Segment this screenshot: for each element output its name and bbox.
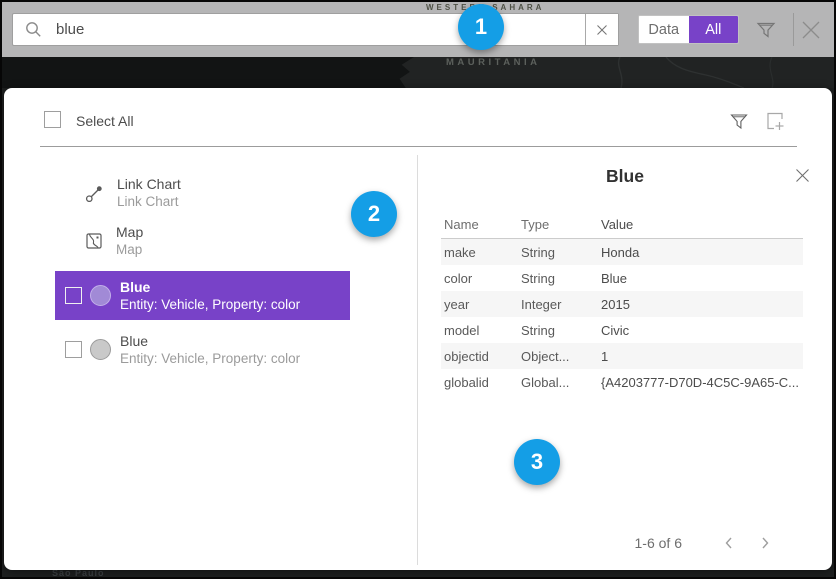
toolbar-divider xyxy=(793,13,794,46)
scope-all-button[interactable]: All xyxy=(689,16,739,43)
table-row: year Integer 2015 xyxy=(441,291,803,317)
map-icon xyxy=(85,232,103,250)
attribute-table: Name Type Value make String Honda color … xyxy=(441,211,803,395)
add-selection-button[interactable] xyxy=(764,110,786,132)
screenshot-root: WESTERN SAHARA Data All xyxy=(0,0,836,579)
cell-value: Honda xyxy=(601,245,803,260)
result-title: Link Chart xyxy=(117,176,181,193)
table-row: model String Civic xyxy=(441,317,803,343)
next-page-button[interactable] xyxy=(747,536,784,550)
header-type: Type xyxy=(521,217,601,232)
cell-value: Civic xyxy=(601,323,803,338)
filter-button[interactable] xyxy=(754,17,778,41)
pagination: 1-6 of 6 xyxy=(635,535,784,551)
cell-name: model xyxy=(441,323,521,338)
result-title: Map xyxy=(116,224,143,241)
entity-icon xyxy=(90,339,111,360)
table-row: color String Blue xyxy=(441,265,803,291)
entity-icon xyxy=(90,285,111,306)
cell-name: year xyxy=(441,297,521,312)
callout-badge-3: 3 xyxy=(514,439,560,485)
result-checkbox[interactable] xyxy=(65,287,82,304)
result-subtitle: Entity: Vehicle, Property: color xyxy=(120,350,300,367)
cell-type: Object... xyxy=(521,349,601,364)
callout-badge-1: 1 xyxy=(458,4,504,50)
scope-toggle: Data All xyxy=(638,15,739,44)
result-map[interactable]: Map Map xyxy=(85,224,143,258)
result-subtitle: Link Chart xyxy=(117,193,181,210)
result-title: Blue xyxy=(120,333,300,350)
cell-type: String xyxy=(521,245,601,260)
map-label-mauritania: MAURITANIA xyxy=(446,57,540,68)
cell-type: String xyxy=(521,271,601,286)
cell-value: Blue xyxy=(601,271,803,286)
detail-pane: Blue Name Type Value make String Honda xyxy=(418,147,832,570)
cell-name: color xyxy=(441,271,521,286)
filter-icon xyxy=(754,17,778,41)
callout-badge-2: 2 xyxy=(351,191,397,237)
scope-data-button[interactable]: Data xyxy=(639,16,689,43)
close-icon xyxy=(794,167,811,184)
chevron-right-icon xyxy=(761,536,770,550)
result-link-chart[interactable]: Link Chart Link Chart xyxy=(85,176,181,210)
link-chart-icon xyxy=(85,184,104,203)
search-toolbar: WESTERN SAHARA Data All xyxy=(2,2,834,57)
result-blue[interactable]: Blue Entity: Vehicle, Property: color xyxy=(55,325,350,374)
add-selection-icon xyxy=(764,110,786,132)
select-all-label: Select All xyxy=(76,113,134,129)
result-checkbox[interactable] xyxy=(65,341,82,358)
table-row: objectid Object... 1 xyxy=(441,343,803,369)
map-border-lines xyxy=(2,57,834,88)
cell-value: 1 xyxy=(601,349,803,364)
cell-name: globalid xyxy=(441,375,521,390)
header-name: Name xyxy=(441,217,521,232)
close-icon xyxy=(796,15,826,45)
filter-icon xyxy=(728,110,750,132)
chevron-left-icon xyxy=(724,536,733,550)
cell-type: Integer xyxy=(521,297,601,312)
previous-page-button[interactable] xyxy=(710,536,747,550)
result-title: Blue xyxy=(120,279,300,296)
cell-name: objectid xyxy=(441,349,521,364)
map-background xyxy=(2,57,834,88)
clear-search-button[interactable] xyxy=(585,14,618,45)
results-panel: Select All xyxy=(4,88,832,570)
pagination-label: 1-6 of 6 xyxy=(635,535,682,551)
cell-type: String xyxy=(521,323,601,338)
select-all-checkbox[interactable] xyxy=(44,111,61,128)
detail-title: Blue xyxy=(418,166,832,187)
close-search-button[interactable] xyxy=(796,15,826,45)
panel-filter-button[interactable] xyxy=(728,110,750,132)
result-subtitle: Entity: Vehicle, Property: color xyxy=(120,296,300,313)
cell-type: Global... xyxy=(521,375,601,390)
result-subtitle: Map xyxy=(116,241,143,258)
result-blue-selected[interactable]: Blue Entity: Vehicle, Property: color xyxy=(55,271,350,320)
cell-value: 2015 xyxy=(601,297,803,312)
search-bar xyxy=(12,13,619,46)
clear-icon xyxy=(595,23,609,37)
search-input[interactable] xyxy=(56,21,585,38)
attribute-table-header: Name Type Value xyxy=(441,211,803,239)
table-row: globalid Global... {A4203777-D70D-4C5C-9… xyxy=(441,369,803,395)
panel-header: Select All xyxy=(4,110,832,132)
cell-name: make xyxy=(441,245,521,260)
close-detail-button[interactable] xyxy=(794,167,811,184)
header-value: Value xyxy=(601,217,803,232)
cell-value: {A4203777-D70D-4C5C-9A65-C... xyxy=(601,375,803,390)
table-row: make String Honda xyxy=(441,239,803,265)
search-icon xyxy=(25,21,42,38)
